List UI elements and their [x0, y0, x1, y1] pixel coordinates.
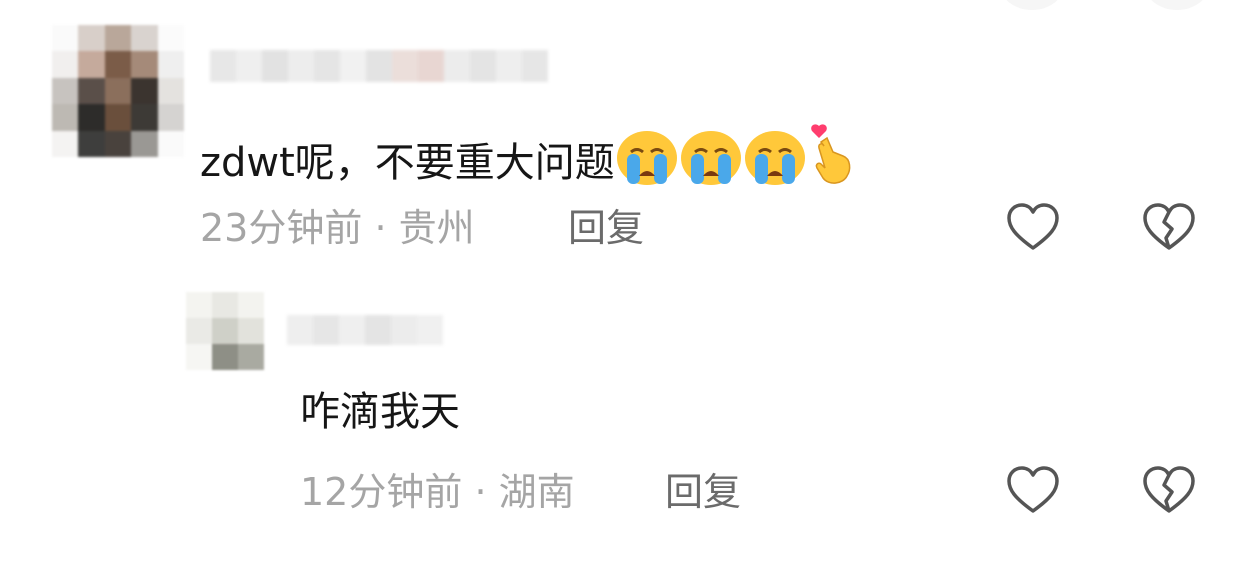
- comment-time: 23分钟前: [200, 206, 363, 250]
- comment-location: 湖南: [498, 470, 575, 514]
- username[interactable]: [287, 315, 443, 345]
- avatar[interactable]: [186, 292, 264, 370]
- top-action-circle: [1145, 0, 1209, 10]
- top-action-circle: [1000, 0, 1064, 10]
- finger-heart-icon: [807, 122, 857, 197]
- reply-button[interactable]: 回复: [665, 470, 741, 514]
- heart-outline-icon: [1007, 466, 1059, 513]
- broken-heart-outline-icon: [1143, 203, 1195, 250]
- meta-separator: ·: [474, 470, 487, 514]
- broken-heart-outline-icon: [1143, 466, 1195, 513]
- meta-separator: ·: [374, 206, 387, 250]
- comment-text: 咋滴我天: [300, 389, 460, 435]
- comment-text: zdwt呢，不要重大问题: [200, 140, 615, 186]
- like-button[interactable]: [1005, 200, 1061, 256]
- comment-meta: 12分钟前 · 湖南: [300, 470, 575, 514]
- dislike-button[interactable]: [1141, 200, 1197, 256]
- comment-meta: 23分钟前 · 贵州: [200, 206, 475, 250]
- heart-outline-icon: [1007, 203, 1059, 250]
- reply-button[interactable]: 回复: [568, 206, 644, 250]
- loudly-crying-face-icon: [679, 130, 743, 197]
- username[interactable]: [210, 50, 548, 82]
- dislike-button[interactable]: [1141, 463, 1197, 519]
- comment-location: 贵州: [398, 206, 475, 250]
- loudly-crying-face-icon: [743, 130, 807, 197]
- comment-time: 12分钟前: [300, 470, 463, 514]
- avatar[interactable]: [52, 25, 184, 157]
- like-button[interactable]: [1005, 463, 1061, 519]
- comment-body: zdwt呢，不要重大问题: [200, 122, 857, 197]
- loudly-crying-face-icon: [615, 130, 679, 197]
